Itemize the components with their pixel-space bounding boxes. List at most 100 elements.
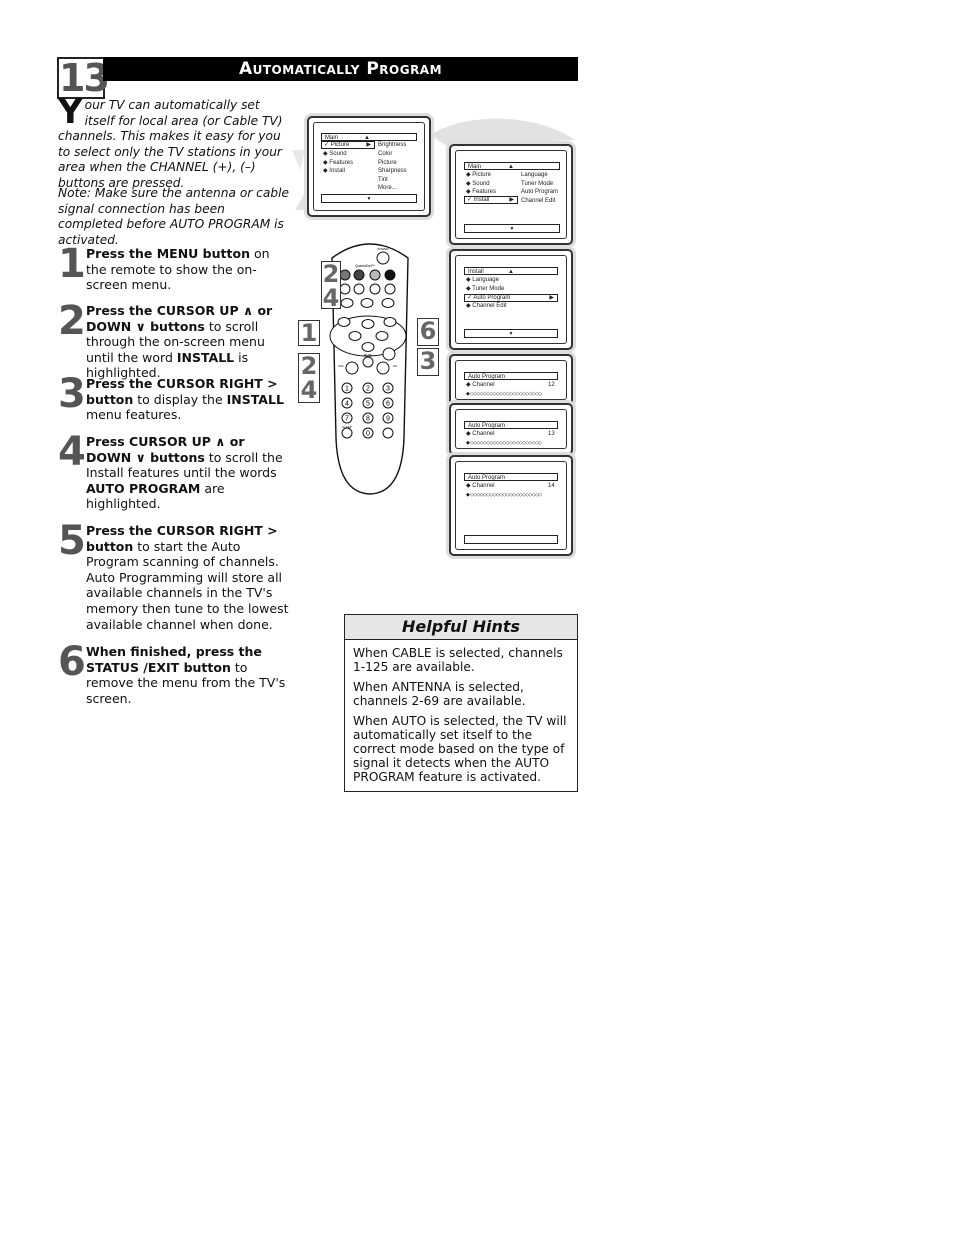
menu-button [337,317,351,327]
callout-menu: 1 [298,320,320,346]
intro-text: our TV can automatically set itself for … [58,98,283,190]
submenu-item: Picture [378,159,397,166]
down-arrow-icon: ▼ [321,194,417,203]
hint-item: When ANTENNA is selected, channels 2-69 … [353,680,526,708]
menu-item: ◆ Channel Edit [466,303,507,309]
digit-label: 2 [366,386,370,393]
up-arrow-icon: ▲ [508,164,514,170]
menu-item-selected: ✓ Picture ▶ [321,141,375,149]
hint-item: When CABLE is selected, channels 1-125 a… [353,646,563,674]
channel-down-button [376,361,390,375]
quadra-button-2 [353,269,365,281]
menu-header: Main ▲ [464,162,560,170]
menu-item: ◆ Tuner Mode [466,286,505,292]
digit-label: 7 [345,416,349,423]
step-bold-2: AUTO PROGRAM [86,480,201,496]
menu-header: Main ▲ [321,133,417,141]
callout-cursor-down: 24 [298,353,320,403]
submenu-item: Color [378,151,393,157]
scan-progress: ◆ ◇◇◇◇◇◇◇◇◇◇◇◇◇◇◇◇◇◇◇◇◇◇ [466,492,542,498]
power-button [376,251,390,265]
tv-screen-auto-program-13: Auto Program ◆ Channel 13 ◆ ◇◇◇◇◇◇◇◇◇◇◇◇… [449,403,573,455]
cursor-left-button [348,331,362,341]
step-number: 5 [58,518,86,564]
callout-cursor-right: 3 [417,348,439,376]
submenu-item: Auto Program [521,189,559,195]
tv-screen-install: Install ▲ ◆ Language ◆ Tuner Mode ✓ Auto … [449,249,573,350]
osd-menu: Auto Program ◆ Channel 14 ◆ ◇◇◇◇◇◇◇◇◇◇◇◇… [464,473,560,548]
menu-item: ◆ Features [323,159,353,166]
menu-item-selected: ✓ Install ▶ [464,196,518,204]
beam-left [292,150,305,170]
scan-progress: ◆ ◇◇◇◇◇◇◇◇◇◇◇◇◇◇◇◇◇◇◇◇◇◇ [466,391,542,397]
quadra-button-4 [384,269,396,281]
step-number: 6 [58,639,86,685]
remote-body [331,243,409,495]
menu-item-selected: ✓ Auto Program ▶ [464,294,558,302]
step-1: 1 Press the MENU button on the remote to… [58,241,293,293]
step-text-2: menu features. [86,407,182,423]
menu-item: ◆ Install [323,168,345,174]
quadra-button-1 [339,269,351,281]
menu-item: ◆ Picture [466,172,491,178]
status-exit-button [383,317,397,327]
up-arrow-icon: ▲ [508,269,514,275]
ch-label: CH [393,364,397,368]
submenu-item: Brightness [378,142,407,148]
cursor-right-button [375,331,389,341]
menu-header: Install ▲ [464,267,558,275]
step-number: 2 [58,298,86,344]
tv-screen-main-picture: Main ▲ ✓ Picture ▶ ◆ Sound ◆ Features ◆ In… [307,116,431,217]
quadra-button-3 [369,269,381,281]
digit-label: 5 [366,401,370,408]
digit-label: 1 [345,386,349,393]
step-bold-2: INSTALL [226,391,284,407]
submenu-item: Tint [378,176,388,183]
digit-button [382,427,394,439]
menu-header: Auto Program [464,372,558,380]
helpful-hints-box: Helpful Hints When CABLE is selected, ch… [344,614,578,792]
channel-up-button [382,347,396,361]
beam-to-right [430,118,575,145]
step-6: 6 When finished, press the STATUS /EXIT … [58,639,293,706]
channel-number: 13 [548,431,555,437]
empty-footer-bar [464,535,558,544]
tv-screen-main-install: Main ▲ ◆ Picture ◆ Sound ◆ Features ✓ Ins… [449,144,573,245]
cursor-down-button [361,342,375,352]
osd-menu: Install ▲ ◆ Language ◆ Tuner Mode ✓ Auto … [464,267,560,342]
intro-paragraph: Your TV can automatically set itself for… [58,95,290,192]
callout-cursor-up: 24 [321,260,341,312]
menu-header: Auto Program [464,421,558,429]
step-number: 4 [58,429,86,475]
right-arrow-icon: ▶ [366,142,371,148]
quadrasurf-label: QuadraSurf™ [355,264,375,268]
channel-label: ◆ Channel [466,382,495,388]
step-3: 3 Press the CURSOR RIGHT > button to dis… [58,371,293,423]
submenu-item: More... [378,185,397,191]
digit-label: 3 [386,386,390,393]
step-5: 5 Press the CURSOR RIGHT > button to sta… [58,518,293,632]
osd-menu: Main ▲ ✓ Picture ▶ ◆ Sound ◆ Features ◆ In… [321,133,417,208]
step-number: 3 [58,371,86,417]
step-number: 1 [58,241,86,287]
osd-menu: Main ▲ ◆ Picture ◆ Sound ◆ Features ✓ Ins… [464,162,560,237]
power-label: POWER [377,247,389,251]
down-arrow-icon: ▼ [464,329,558,338]
digit-label: 0 [366,431,370,438]
mute-label: MUTE [364,353,373,357]
digit-button [341,427,353,439]
tv-screen-auto-program-12: Auto Program ◆ Channel 12 ◆ ◇◇◇◇◇◇◇◇◇◇◇◇… [449,354,573,406]
note-paragraph: Note: Make sure the antenna or cable sig… [58,186,289,247]
submenu-item: Sharpness [378,168,407,174]
scan-progress: ◆ ◇◇◇◇◇◇◇◇◇◇◇◇◇◇◇◇◇◇◇◇◇◇ [466,440,542,446]
digit-label: 4 [345,401,349,408]
channel-label: ◆ Channel [466,431,495,437]
mute-button [362,356,374,368]
cursor-up-button [361,319,375,329]
volume-down-button [345,361,359,375]
menu-item: ◆ Sound [323,151,347,157]
step-bold: Press the MENU button [86,246,250,261]
section-title: Automatically Program [103,57,578,81]
digit-label: 9 [386,416,390,423]
submenu-item: Language [521,172,548,178]
